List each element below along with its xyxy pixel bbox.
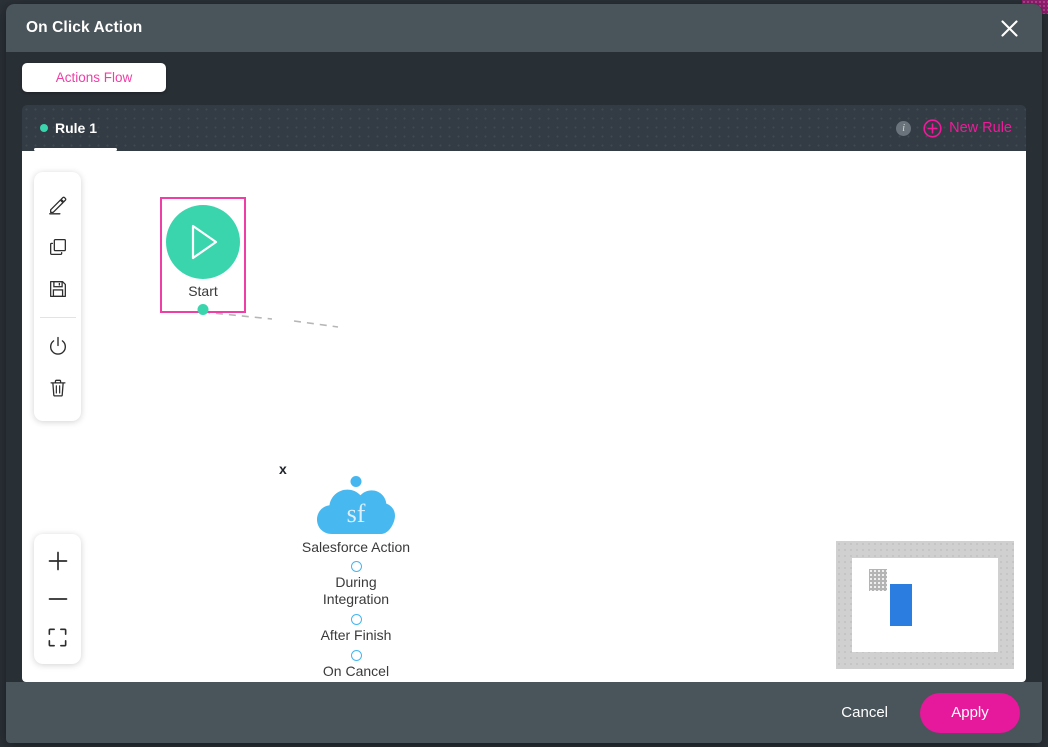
zoom-out-button[interactable]: [38, 582, 78, 616]
power-tool-button[interactable]: [38, 325, 78, 367]
edit-tool-button[interactable]: [38, 184, 78, 226]
edge-delete-marker[interactable]: x: [279, 461, 287, 477]
minimap-viewport[interactable]: [852, 558, 998, 652]
salesforce-cloud-icon: sf: [317, 484, 395, 536]
edge-start-to-x: [203, 312, 272, 319]
tab-actions-flow[interactable]: Actions Flow: [22, 63, 166, 92]
close-button[interactable]: [994, 13, 1024, 43]
cloud-shape: sf: [317, 484, 395, 536]
node-start[interactable]: Start: [160, 197, 246, 313]
node-salesforce-label: Salesforce Action: [300, 539, 412, 555]
play-icon: [183, 221, 223, 263]
output-label-during-integration: During Integration: [300, 574, 412, 608]
flow-canvas[interactable]: Start x sf Salesforce Action During Inte…: [22, 151, 1026, 682]
info-icon[interactable]: i: [896, 121, 911, 136]
output-port-after-finish[interactable]: [351, 614, 362, 625]
output-label-line1: During: [300, 574, 412, 591]
rule-status-dot: [40, 124, 48, 132]
dialog-subtabs: Actions Flow: [6, 52, 1042, 102]
floppy-disk-icon: [47, 278, 69, 300]
page-title: On Click Action: [26, 19, 142, 37]
delete-tool-button[interactable]: [38, 367, 78, 409]
toolbar-divider: [40, 317, 76, 318]
minimap-node-start: [869, 569, 887, 591]
power-icon: [47, 335, 69, 357]
output-port-during-integration[interactable]: [351, 561, 362, 572]
rule-actions: i New Rule: [896, 119, 1012, 138]
output-label-line2: Integration: [300, 591, 412, 608]
plus-circle-icon: [923, 119, 942, 138]
dialog-footer: Cancel Apply: [6, 682, 1042, 743]
dialog-header: On Click Action: [6, 4, 1042, 52]
start-output-port[interactable]: [198, 304, 209, 315]
rule-tabbar: Rule 1 i New Rule: [22, 105, 1026, 151]
fit-to-screen-button[interactable]: [38, 616, 78, 658]
zoom-in-button[interactable]: [38, 540, 78, 582]
copy-icon: [47, 236, 69, 258]
close-icon: [1000, 19, 1019, 38]
output-port-on-cancel[interactable]: [351, 650, 362, 661]
plus-icon: [46, 549, 70, 573]
edge-x-to-salesforce: [294, 321, 338, 327]
trash-icon: [47, 377, 69, 399]
output-label-on-cancel: On Cancel: [300, 663, 412, 680]
rule-tab-label: Rule 1: [55, 120, 97, 136]
minimap-node-salesforce: [890, 584, 912, 626]
svg-text:sf: sf: [347, 499, 366, 528]
canvas-minimap[interactable]: [836, 541, 1014, 669]
cancel-button[interactable]: Cancel: [827, 696, 902, 729]
start-icon-circle: [166, 205, 240, 279]
apply-button[interactable]: Apply: [920, 693, 1020, 733]
node-salesforce-action[interactable]: sf Salesforce Action During Integration …: [300, 472, 412, 680]
fit-to-screen-icon: [46, 626, 69, 649]
on-click-action-dialog: On Click Action Actions Flow Rule 1 i Ne…: [6, 4, 1042, 743]
save-tool-button[interactable]: [38, 268, 78, 310]
minus-icon: [46, 587, 70, 611]
output-label-after-finish: After Finish: [300, 627, 412, 644]
node-start-label: Start: [162, 283, 244, 299]
canvas-toolbar: [34, 172, 81, 421]
new-rule-label: New Rule: [949, 120, 1012, 136]
new-rule-button[interactable]: New Rule: [923, 119, 1012, 138]
copy-tool-button[interactable]: [38, 226, 78, 268]
pencil-icon: [47, 194, 69, 216]
zoom-toolbar: [34, 534, 81, 664]
tab-rule-1[interactable]: Rule 1: [34, 105, 103, 151]
